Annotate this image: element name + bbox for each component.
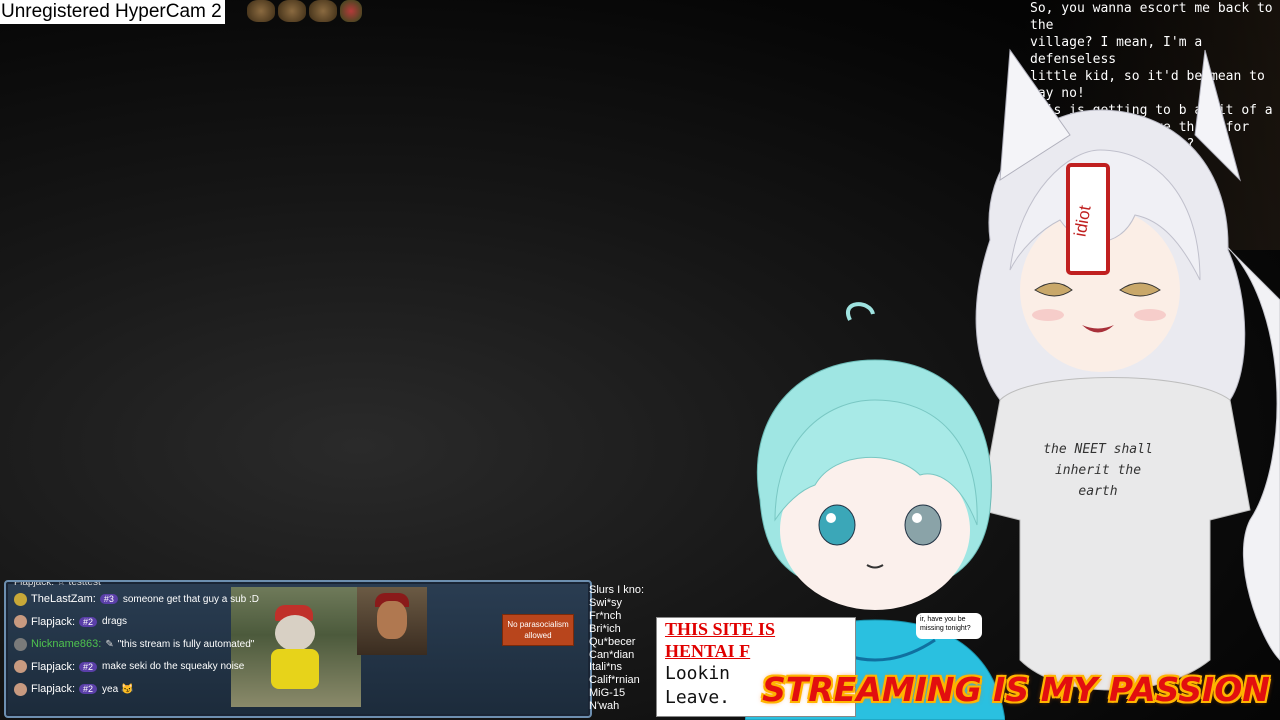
shirt-line-2: inherit the bbox=[1055, 463, 1141, 478]
chat-text: "this stream is fully automated" bbox=[117, 638, 255, 650]
fox-girl-avatar: idiot the NEET shall inherit the earth bbox=[975, 48, 1280, 691]
rank-badge: #2 bbox=[79, 616, 98, 627]
user-avatar bbox=[14, 682, 27, 696]
site-warning-line-2: HENTAI F bbox=[665, 641, 751, 661]
slurs-item: MiG-15 bbox=[589, 687, 626, 700]
chat-row-partial: Flapjack: ☆ testtest bbox=[14, 580, 590, 588]
chat-username: Nickname863: bbox=[31, 638, 102, 651]
partial-message: Flapjack: ☆ testtest bbox=[14, 580, 101, 588]
chat-username: TheLastZam: bbox=[31, 593, 96, 606]
user-avatar bbox=[14, 660, 27, 674]
chat-username: Flapjack: bbox=[31, 683, 76, 696]
slurs-item: Calif*rnian bbox=[589, 674, 640, 687]
chat-message: Flapjack: #2 make seki do the squeaky no… bbox=[14, 656, 590, 679]
slurs-item: Swi*sy bbox=[589, 596, 623, 609]
chat-username: Flapjack: bbox=[31, 660, 76, 673]
watermark-thumbnails bbox=[247, 0, 362, 24]
slurs-item: N'wah bbox=[589, 700, 620, 713]
pencil-icon: ✎ bbox=[105, 638, 114, 650]
rank-badge: #2 bbox=[79, 684, 98, 695]
site-warning-line-1: THIS SITE IS bbox=[665, 619, 776, 639]
speech-bubble: ir, have you be missing tonight? bbox=[916, 613, 982, 639]
chat-message: Flapjack: #2 yea 😼 bbox=[14, 678, 590, 701]
chat-text: someone get that guy a sub :D bbox=[122, 593, 260, 605]
slurs-item: Can*dian bbox=[589, 648, 635, 661]
user-avatar bbox=[14, 615, 27, 629]
slurs-list: Slurs I kno: Swi*sy Fr*nch Bri*ich Qu*be… bbox=[589, 584, 653, 713]
slurs-title: Slurs I kno: bbox=[589, 584, 645, 596]
user-avatar bbox=[14, 637, 27, 651]
rank-badge: #2 bbox=[79, 661, 98, 672]
chat-messages: Flapjack: ☆ testtest TheLastZam: #3 some… bbox=[14, 580, 590, 701]
chat-message: Flapjack: #2 drags bbox=[14, 611, 590, 634]
slurs-item: Bri*ich bbox=[589, 622, 621, 635]
chat-text: drags bbox=[102, 616, 128, 628]
hypercam-watermark: Unregistered HyperCam 2 bbox=[0, 0, 225, 24]
slurs-item: Qu*becer bbox=[589, 635, 636, 648]
chat-username: Flapjack: bbox=[31, 615, 76, 628]
slurs-item: Fr*nch bbox=[589, 609, 622, 622]
shirt-line-1: the NEET shall bbox=[1043, 442, 1153, 457]
user-avatar bbox=[14, 592, 27, 606]
chat-overlay: No parasocialism allowed Flapjack: ☆ tes… bbox=[4, 580, 592, 718]
chat-text: make seki do the squeaky noise bbox=[102, 661, 245, 673]
rank-badge: #3 bbox=[99, 594, 118, 605]
chat-message: TheLastZam: #3 someone get that guy a su… bbox=[14, 588, 590, 611]
shirt-line-3: earth bbox=[1078, 484, 1117, 499]
slurs-item: Itali*ns bbox=[589, 661, 623, 674]
chat-text: yea 😼 bbox=[102, 683, 134, 695]
passion-banner: STREAMING IS MY PASSION bbox=[762, 670, 1270, 709]
chat-message: Nickname863: ✎ "this stream is fully aut… bbox=[14, 633, 590, 656]
